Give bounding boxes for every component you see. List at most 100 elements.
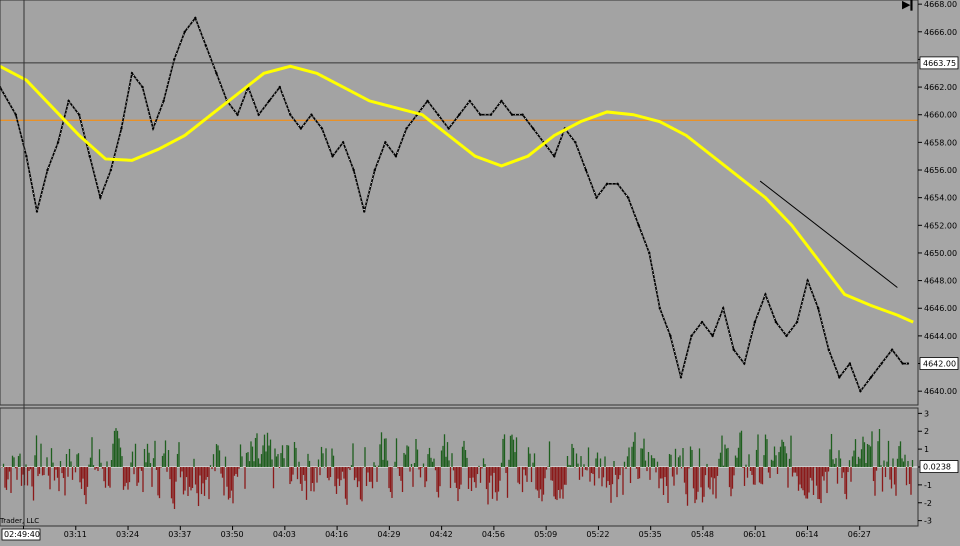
price-tick-label: 4646.00 (924, 304, 957, 313)
price-point (151, 127, 155, 130)
price-point (268, 99, 271, 103)
moving-average-line (0, 64, 914, 324)
price-point (77, 113, 81, 116)
price-point (299, 127, 303, 130)
price-point (838, 376, 841, 379)
price-point (109, 168, 113, 172)
osc-last-text: 0.0238 (923, 463, 951, 472)
time-tick-label: 05:09 (534, 530, 557, 539)
chart-svg: 4668.004666.004664.004662.004660.004658.… (0, 0, 959, 541)
price-point (35, 210, 39, 213)
price-point (890, 348, 894, 351)
chart-root: 4668.004666.004664.004662.004660.004658.… (0, 0, 960, 542)
price-point (521, 113, 524, 116)
price-point (774, 320, 778, 324)
price-tick-label: 4650.00 (924, 249, 957, 258)
price-tick-label: 4652.00 (924, 221, 957, 230)
price-point (204, 44, 208, 47)
price-point (120, 127, 123, 130)
price-label-upper-text: 4663.75 (923, 59, 956, 68)
price-point (373, 168, 376, 172)
price-point (172, 58, 176, 61)
osc-tick-label: 3 (924, 409, 929, 418)
price-point (331, 154, 334, 158)
price-point (236, 113, 239, 116)
price-tick-label: 4668.00 (924, 0, 957, 9)
time-tick-label: 03:37 (168, 530, 191, 539)
price-point (531, 127, 535, 130)
price-point (869, 376, 873, 379)
time-tick-label: 05:48 (691, 530, 714, 539)
play-button[interactable]: ▶▎ (902, 0, 919, 11)
price-point (25, 154, 28, 158)
price-point (489, 113, 493, 116)
price-point (880, 362, 883, 365)
time-tick-label: 03:11 (64, 530, 87, 539)
price-point (56, 141, 60, 144)
osc-tick-label: 1 (924, 445, 929, 454)
price-tick-label: 4666.00 (924, 28, 957, 37)
osc-last-label: 0.0238 (919, 460, 959, 473)
price-point (753, 320, 757, 324)
price-tick-label: 4658.00 (924, 138, 957, 147)
time-tick-label: 03:24 (116, 530, 139, 539)
time-tick-label: 04:29 (377, 530, 400, 539)
price-point (67, 99, 70, 103)
price-point (848, 362, 852, 365)
time-tick-label: 04:16 (325, 530, 348, 539)
osc-tick-label: 2 (924, 427, 929, 436)
price-point (215, 72, 218, 75)
price-point (859, 389, 862, 393)
price-point (510, 113, 514, 116)
time-tick-label: 06:14 (795, 530, 818, 539)
price-point (637, 224, 640, 227)
time-tick-label: 05:35 (639, 530, 662, 539)
price-point (721, 307, 725, 310)
price-tick-label: 4648.00 (924, 277, 957, 286)
osc-tick-label: -1 (924, 481, 932, 490)
price-point (906, 362, 910, 365)
price-point (88, 154, 91, 158)
price-tick-label: 4640.00 (924, 387, 957, 396)
price-tick-label: 4654.00 (924, 194, 957, 203)
price-point (394, 154, 398, 158)
price-point (732, 348, 735, 351)
price-point (795, 320, 799, 324)
price-point (458, 113, 461, 116)
price-point (816, 307, 820, 310)
price-label-last: 4642.00 (919, 357, 959, 370)
price-point (500, 99, 503, 103)
price-point (605, 182, 609, 186)
price-point (901, 362, 904, 365)
osc-tick-label: -2 (924, 499, 932, 508)
price-point (574, 141, 577, 144)
price-point (363, 210, 366, 213)
price-point (690, 334, 693, 338)
price-point (436, 113, 440, 116)
price-point (320, 127, 324, 130)
price-point (679, 376, 683, 379)
price-point (14, 113, 18, 116)
price-tick-label: 4662.00 (924, 83, 957, 92)
price-point (584, 168, 588, 172)
price-label-last-text: 4642.00 (923, 360, 956, 369)
price-tick-label: 4656.00 (924, 166, 957, 175)
time-tick-label: 04:56 (482, 530, 505, 539)
price-point (310, 113, 313, 116)
price-point (616, 182, 619, 186)
price-point (352, 168, 355, 172)
time-tick-label: 03:50 (221, 530, 244, 539)
price-point (289, 113, 292, 116)
price-point (162, 99, 165, 103)
osc-tick-label: -3 (924, 517, 932, 526)
price-point (785, 334, 788, 338)
price-point (183, 30, 186, 33)
price-point (405, 127, 408, 130)
price-point (479, 113, 482, 116)
price-point (341, 141, 345, 144)
price-point (806, 279, 809, 282)
price-point (194, 16, 197, 20)
price-point (447, 127, 450, 130)
time-tick-label: 06:01 (743, 530, 766, 539)
price-label-upper: 4663.75 (919, 56, 959, 70)
